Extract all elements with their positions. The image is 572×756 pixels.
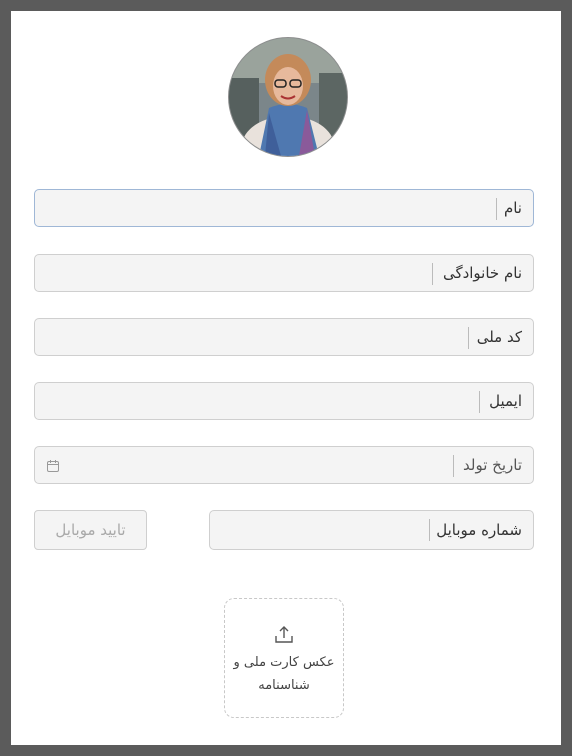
profile-photo-icon (229, 38, 347, 156)
separator (432, 263, 433, 285)
mobile-field[interactable]: شماره موبایل (209, 510, 534, 550)
separator (468, 327, 469, 349)
separator (453, 455, 454, 477)
first-name-field[interactable]: نام (34, 189, 534, 227)
mobile-label: شماره موبایل (436, 521, 522, 539)
verify-mobile-button[interactable]: تایید موبایل (34, 510, 147, 550)
last-name-field[interactable]: نام خانوادگی (34, 254, 534, 292)
form-card: نام نام خانوادگی کد ملی ایمیل تاریخ تولد… (11, 11, 561, 745)
first-name-label: نام (503, 199, 522, 217)
text-cursor (496, 198, 497, 220)
email-field[interactable]: ایمیل (34, 382, 534, 420)
upload-icon (274, 624, 294, 648)
profile-avatar[interactable] (228, 37, 348, 157)
national-code-field[interactable]: کد ملی (34, 318, 534, 356)
birth-date-label: تاریخ تولد (463, 456, 522, 474)
calendar-icon[interactable] (46, 458, 60, 477)
separator (479, 391, 480, 413)
last-name-label: نام خانوادگی (442, 264, 522, 282)
national-code-label: کد ملی (476, 328, 522, 346)
birth-date-field[interactable]: تاریخ تولد (34, 446, 534, 484)
email-label: ایمیل (489, 392, 522, 410)
upload-label: عکس کارت ملی و شناسنامه (233, 655, 335, 693)
separator (429, 519, 430, 541)
id-card-upload-box[interactable]: عکس کارت ملی و شناسنامه (224, 598, 344, 718)
